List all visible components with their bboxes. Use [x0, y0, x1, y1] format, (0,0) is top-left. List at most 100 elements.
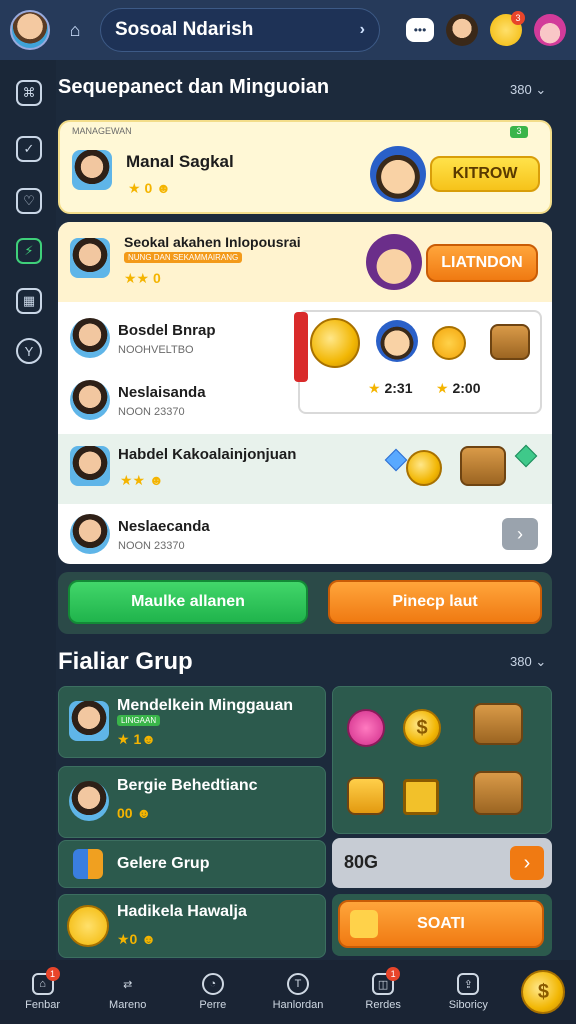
see-more-weekly[interactable]: 380 ⌄	[510, 82, 546, 98]
check-icon[interactable]: ✓	[16, 136, 42, 162]
nav-item-perre[interactable]: ◔ Perre	[178, 973, 248, 1011]
chest-icon	[490, 324, 530, 360]
nav-item-rerdes[interactable]: ◫ 1 Rerdes	[348, 967, 418, 1011]
card-stars: ★ 0 ☻	[128, 180, 171, 196]
row-sub: NOON 23370	[118, 406, 185, 418]
chevron-right-icon[interactable]: ›	[510, 846, 544, 880]
nav-label: Hanlordan	[272, 999, 324, 1011]
reward-left: ★ 2:31	[368, 380, 413, 396]
gem-icon	[384, 448, 408, 472]
star-icon: ★	[436, 380, 453, 396]
badge-icon: 3	[510, 126, 528, 138]
section-title-groups: Fialiar Grup	[58, 648, 193, 675]
group-row[interactable]: Mendelkein Minggauan LINGAAN ★ 1☻	[58, 686, 326, 758]
row-sub: NOON 23370	[118, 540, 185, 552]
chat-icon[interactable]: •••	[406, 18, 434, 42]
group-flag-icon	[73, 849, 103, 879]
smile-coin-icon	[310, 318, 360, 368]
group-stars: ★0 ☻	[117, 931, 156, 947]
mascot-icon[interactable]	[534, 14, 566, 46]
row-title: Habdel Kakoalainjonjuan	[118, 446, 297, 463]
nav-coin[interactable]: $	[518, 970, 568, 1014]
friend-avatar-icon[interactable]	[446, 14, 478, 46]
bottom-nav: ⌂ 1 Fenbar ⇄ Mareno ◔ Perre T Hanlordan …	[0, 960, 576, 1024]
gift-box-icon	[347, 777, 385, 815]
nav-badge: 1	[45, 967, 60, 981]
nav-label: Fenbar	[25, 999, 60, 1011]
swap-icon: ⇄	[123, 978, 133, 991]
profile-avatar[interactable]	[10, 10, 50, 50]
orange-action-button[interactable]: Pinecp laut	[328, 580, 542, 624]
section-title-weekly: Sequepanect dan Minguoian	[58, 76, 330, 98]
group-stars: 00 ☻	[117, 805, 152, 821]
group-title: Mendelkein Minggauan	[117, 697, 294, 714]
red-flag-icon	[294, 312, 308, 382]
chevron-right-icon[interactable]: ›	[502, 518, 538, 550]
timer-icon: T	[286, 973, 309, 995]
candy-icon	[347, 709, 385, 747]
nav-badge: 1	[386, 967, 401, 981]
star-basket-icon	[473, 771, 523, 815]
nav-label: Rerdes	[365, 999, 401, 1011]
group-title: Bergie Behedtianc	[117, 777, 258, 794]
character-icon	[376, 320, 418, 362]
nav-label: Siboricy	[448, 999, 488, 1011]
row-title: Bosdel Bnrap	[118, 322, 216, 339]
featured-card-2[interactable]: Seokal akahen Inlopousrai NUNG DAN SEKAM…	[58, 222, 552, 302]
player-avatar	[70, 380, 110, 420]
nav-item-siboricy[interactable]: ⇪ Siboricy	[433, 973, 503, 1011]
row-title: Neslaisanda	[118, 384, 206, 401]
nav-item-hanlordan[interactable]: T Hanlordan	[263, 973, 333, 1011]
card-title: Seokal akahen Inlopousrai	[124, 234, 301, 250]
list-panel: Seokal akahen Inlopousrai NUNG DAN SEKAM…	[58, 222, 552, 564]
list-item-highlight[interactable]: Habdel Kakoalainjonjuan ★★ ☻	[58, 434, 552, 504]
reward-right: ★ 2:00	[436, 380, 481, 396]
list-item[interactable]: Neslaecanda NOON 23370 ›	[58, 506, 552, 564]
group-title: Gelere Grup	[117, 855, 210, 872]
player-avatar	[70, 514, 110, 554]
card-action-button[interactable]: KITROW	[430, 156, 540, 192]
heart-icon[interactable]: ♡	[16, 188, 42, 214]
cta-button[interactable]: SOATI	[338, 900, 544, 948]
player-avatar	[70, 446, 110, 486]
card-stars: ★★ 0	[124, 270, 161, 286]
filter-icon[interactable]: Y	[16, 338, 42, 364]
grid-icon[interactable]: ▦	[16, 288, 42, 314]
coin-stack-icon	[406, 450, 442, 486]
cta-label: SOATI	[417, 915, 465, 932]
player-avatar	[70, 318, 110, 358]
code-panel[interactable]: 80G ›	[332, 838, 552, 888]
green-action-button[interactable]: Maulke allanen	[68, 580, 308, 624]
card-tag: NUNG DAN SEKAMMAIRANG	[124, 252, 242, 263]
sidebar: ⌘ ✓ ♡ ⚡ ▦ Y	[0, 60, 56, 960]
smile-icon	[67, 905, 109, 947]
group-row[interactable]: Bergie Behedtianc 00 ☻	[58, 766, 326, 838]
player-avatar	[72, 150, 112, 190]
home-icon[interactable]: ⌂	[60, 15, 90, 45]
coin-icon: $	[521, 970, 566, 1014]
character-icon	[370, 146, 426, 202]
group-stars: ★ 1☻	[117, 731, 156, 747]
smile-coin-icon[interactable]: 3	[490, 11, 525, 46]
bag-icon	[460, 446, 506, 486]
share-icon: ⇪	[457, 973, 480, 995]
card-action-button[interactable]: LIATNDON	[426, 244, 538, 282]
group-row[interactable]: Gelere Grup	[58, 840, 326, 888]
see-more-groups[interactable]: 380 ⌄	[510, 654, 546, 670]
row-title: Neslaecanda	[118, 518, 210, 535]
chick-icon	[432, 326, 466, 360]
featured-card-1[interactable]: MANAGEWAN Manal Sagkal ★ 0 ☻ KITROW 3	[58, 120, 552, 214]
search-bar[interactable]: Sosoal Ndarish ›	[100, 8, 380, 52]
reward-box[interactable]: ★ 2:31 ★ 2:00	[298, 310, 542, 414]
group-tag: LINGAAN	[117, 715, 161, 726]
map-icon[interactable]: ⌘	[16, 80, 42, 106]
star-icon: ★	[368, 380, 385, 396]
search-text: Sosoal Ndarish	[115, 19, 254, 40]
nav-item-fenbar[interactable]: ⌂ 1 Fenbar	[8, 967, 78, 1011]
code-label: 80G	[344, 852, 379, 872]
activity-icon[interactable]: ⚡	[16, 238, 42, 264]
notification-badge: 3	[511, 11, 525, 25]
nav-item-mareno[interactable]: ⇄ Mareno	[93, 973, 163, 1012]
card-icon	[403, 779, 439, 815]
group-row[interactable]: Hadikela Hawalja ★0 ☻	[58, 894, 326, 958]
